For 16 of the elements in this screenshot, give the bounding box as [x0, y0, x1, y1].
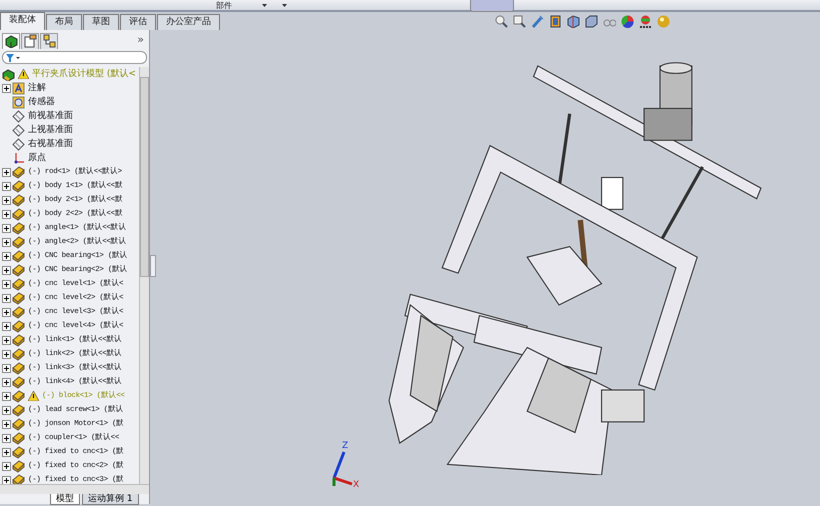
ribbon-tab[interactable]: 评估: [120, 14, 156, 30]
bottom-tab[interactable]: 模型: [50, 494, 80, 505]
tree-item[interactable]: 上视基准面: [0, 123, 139, 137]
tree-item[interactable]: 传感器: [0, 95, 139, 109]
ribbon-tab[interactable]: 草图: [83, 14, 119, 30]
tree-item[interactable]: 右视基准面: [0, 137, 139, 151]
bottom-tab[interactable]: 运动算例 1: [82, 494, 139, 505]
axis-triad-drawing: Z X: [328, 438, 362, 488]
tree-item[interactable]: 注解: [0, 81, 139, 95]
tree-item[interactable]: 前视基准面: [0, 109, 139, 123]
tree-item[interactable]: 原点: [0, 151, 139, 165]
expand-panel-button[interactable]: »: [137, 32, 144, 49]
ribbon-label[interactable]: 部件: [216, 0, 232, 11]
ribbon-tab[interactable]: 布局: [46, 14, 82, 30]
ribbon-tab[interactable]: 装配体: [0, 12, 45, 30]
ribbon-tab[interactable]: 办公室产品: [157, 14, 220, 30]
